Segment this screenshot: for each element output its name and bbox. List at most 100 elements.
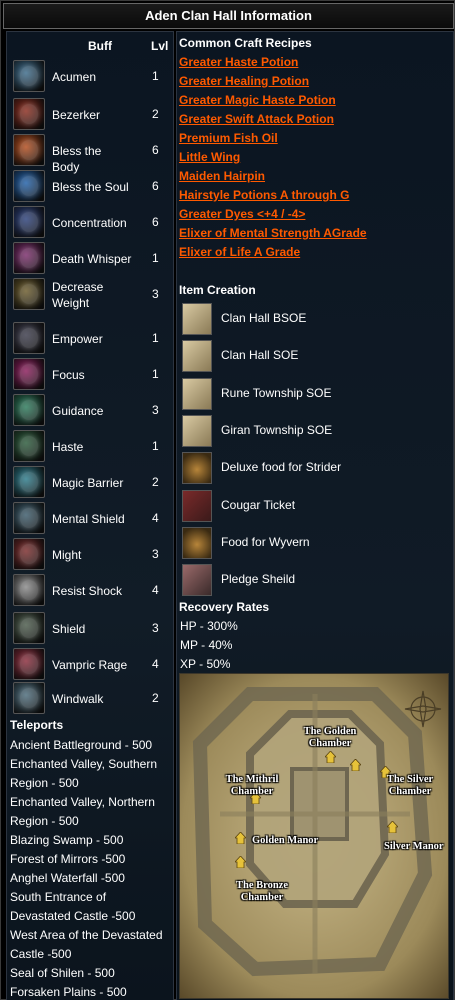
recipe-link[interactable]: Elixer of Mental Strength AGrade — [179, 226, 367, 240]
buff-level: 3 — [152, 287, 159, 301]
golden-chamber-marker-icon[interactable] — [325, 751, 336, 763]
buff-level: 4 — [152, 583, 159, 597]
recipe-link[interactable]: Greater Swift Attack Potion — [179, 112, 334, 126]
clan-hall-map: The Golden Chamber The Mithril Chamber T… — [179, 673, 449, 999]
recipe-link[interactable]: Premium Fish Oil — [179, 131, 278, 145]
buff-name: Mental Shield — [52, 512, 125, 526]
buff-name: Decrease Weight — [52, 280, 104, 310]
teleport-line: Devastated Castle -500 — [10, 909, 136, 923]
buff-level: 1 — [152, 439, 159, 453]
recipe-link[interactable]: Greater Magic Haste Potion — [179, 93, 336, 107]
buff-name: Bless the Soul — [52, 180, 129, 194]
buff-name: Magic Barrier — [52, 476, 124, 490]
vampric-rage-icon — [13, 648, 45, 680]
magic-barrier-icon — [13, 466, 45, 498]
teleport-line: Region - 500 — [10, 814, 79, 828]
buff-level: 4 — [152, 657, 159, 671]
item-name: Pledge Sheild — [221, 572, 296, 587]
level-column-header: Lvl — [151, 39, 169, 53]
item-creation-row: Giran Township SOE — [182, 414, 450, 449]
decrease-weight-icon — [13, 278, 45, 310]
buff-name: Windwalk — [52, 692, 104, 706]
concentration-icon — [13, 206, 45, 238]
teleport-line: Forest of Mirrors -500 — [10, 852, 126, 866]
recipe-link[interactable]: Hairstyle Potions A through G — [179, 188, 349, 202]
teleport-line: Forsaken Plains - 500 — [10, 985, 127, 999]
recipe-link[interactable]: Little Wing — [179, 150, 240, 164]
golden-manor-marker-icon[interactable] — [235, 832, 246, 844]
buff-row: Mental Shield 4 — [13, 502, 171, 536]
golden-chamber-marker-icon-2[interactable] — [350, 759, 361, 771]
buff-level: 6 — [152, 215, 159, 229]
bronze-chamber-marker-icon[interactable] — [235, 856, 246, 868]
recipe-link[interactable]: Greater Healing Potion — [179, 74, 309, 88]
buff-level: 6 — [152, 179, 159, 193]
buff-level: 2 — [152, 691, 159, 705]
buff-row: Bezerker 2 — [13, 98, 171, 132]
buff-name: Shield — [52, 622, 86, 636]
buff-row: Might 3 — [13, 538, 171, 572]
food-bag-icon — [182, 526, 212, 559]
buff-level: 1 — [152, 69, 159, 83]
recipe-link[interactable]: Greater Dyes <+4 / -4> — [179, 207, 305, 221]
focus-icon — [13, 358, 45, 390]
clan-hall-window: Aden Clan Hall Information Buff Lvl Acum… — [0, 0, 455, 1000]
buff-name: Acumen — [52, 70, 97, 84]
silver-manor-marker-icon[interactable] — [387, 821, 398, 833]
scroll-icon — [182, 340, 212, 373]
buff-name: Vampric Rage — [52, 658, 128, 672]
windwalk-icon — [13, 682, 45, 714]
recipes-title: Common Craft Recipes — [179, 36, 312, 50]
teleport-line: Enchanted Valley, Southern — [10, 757, 157, 771]
item-creation-row: Pledge Sheild — [182, 564, 450, 598]
item-name: Rune Township SOE — [221, 385, 332, 400]
teleport-line: Region - 500 — [10, 776, 79, 790]
item-name: Food for Wyvern — [221, 534, 310, 549]
ticket-icon — [182, 489, 212, 522]
buff-row: Shield 3 — [13, 612, 171, 646]
bless-the-body-icon — [13, 134, 45, 166]
teleport-line: West Area of the Devastated — [10, 928, 163, 942]
buff-name: Empower — [52, 332, 103, 346]
teleport-line: Seal of Shilen - 500 — [10, 966, 115, 980]
buff-row: Bless the Soul 6 — [13, 170, 171, 204]
buff-row: Concentration 6 — [13, 206, 171, 240]
acumen-icon — [13, 60, 45, 92]
buff-name: Guidance — [52, 404, 104, 418]
buff-level: 1 — [152, 251, 159, 265]
item-creation-row: Deluxe food for Strider — [182, 452, 450, 486]
mp-rate: MP - 40% — [180, 638, 233, 652]
buff-column-header: Buff — [88, 39, 112, 53]
buff-row: Decrease Weight 3 — [13, 278, 171, 312]
buff-row: Vampric Rage 4 — [13, 648, 171, 682]
item-name: Giran Township SOE — [221, 422, 333, 437]
scroll-icon — [182, 414, 212, 447]
buff-level: 1 — [152, 331, 159, 345]
buff-level: 3 — [152, 403, 159, 417]
buff-row: Windwalk 2 — [13, 682, 171, 716]
might-icon — [13, 538, 45, 570]
bless-the-soul-icon — [13, 170, 45, 202]
buff-level: 1 — [152, 367, 159, 381]
buff-level: 2 — [152, 475, 159, 489]
teleport-line: Blazing Swamp - 500 — [10, 833, 124, 847]
buff-name: Haste — [52, 440, 84, 454]
item-creation-title: Item Creation — [179, 283, 256, 297]
recipe-link[interactable]: Greater Haste Potion — [179, 55, 298, 69]
food-bag-icon — [182, 452, 212, 485]
recovery-rates-title: Recovery Rates — [179, 600, 270, 614]
item-creation-row: Clan Hall BSOE — [182, 303, 450, 337]
buff-level: 4 — [152, 511, 159, 525]
recipe-link[interactable]: Elixer of Life A Grade — [179, 245, 300, 259]
map-label-golden-manor: Golden Manor — [252, 835, 319, 846]
buff-row: Magic Barrier 2 — [13, 466, 171, 500]
buff-level: 6 — [152, 143, 159, 157]
death-whisper-icon — [13, 242, 45, 274]
recipe-link[interactable]: Maiden Hairpin — [179, 169, 265, 183]
teleport-line: South Entrance of — [10, 890, 107, 904]
item-name: Clan Hall BSOE — [221, 311, 307, 325]
pledge-scroll-icon — [182, 564, 212, 597]
map-label-mithril-chamber: The Mithril Chamber — [225, 774, 279, 797]
buff-name: Death Whisper — [52, 252, 132, 266]
buff-row: Acumen 1 — [13, 60, 171, 94]
